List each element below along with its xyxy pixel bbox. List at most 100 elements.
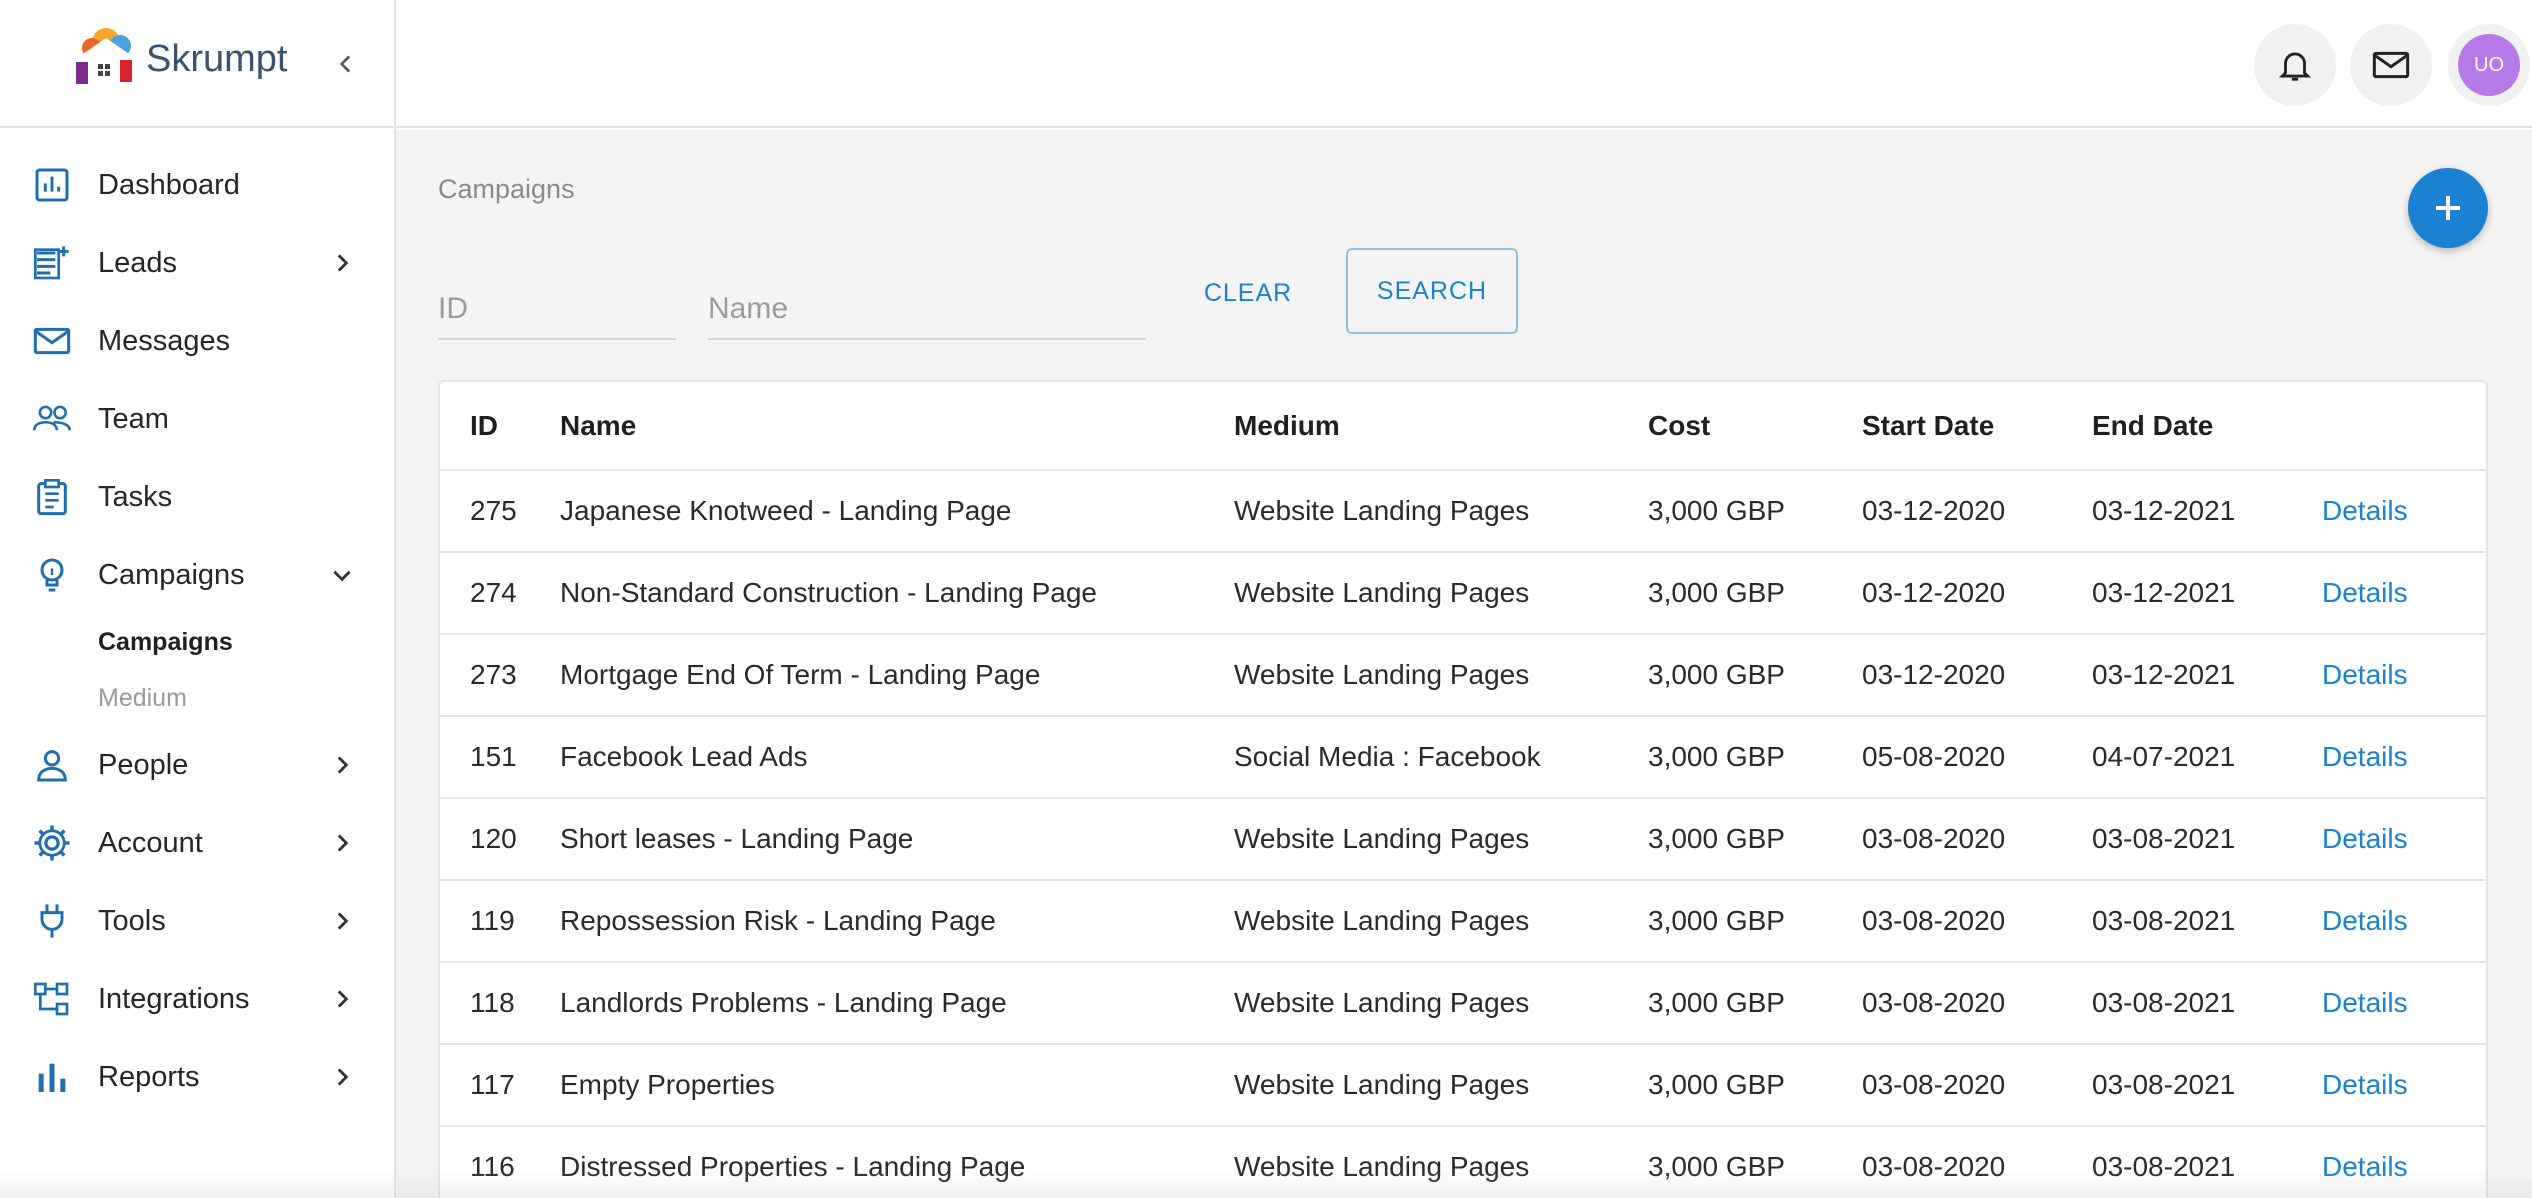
person-icon bbox=[30, 743, 74, 787]
clipboard-icon bbox=[30, 475, 74, 519]
cell-end-date: 03-08-2021 bbox=[2092, 962, 2322, 1045]
table-row[interactable]: 273 Mortgage End Of Term - Landing Page … bbox=[440, 634, 2486, 717]
table-row[interactable]: 116 Distressed Properties - Landing Page… bbox=[440, 1126, 2486, 1198]
cell-medium: Website Landing Pages bbox=[1234, 880, 1648, 963]
sidebar-item-label: Dashboard bbox=[98, 168, 240, 201]
id-filter-input[interactable] bbox=[438, 280, 676, 340]
cell-medium: Website Landing Pages bbox=[1234, 1044, 1648, 1127]
cell-start-date: 03-08-2020 bbox=[1862, 1044, 2092, 1127]
cell-id: 275 bbox=[440, 470, 560, 553]
cell-name: Empty Properties bbox=[560, 1044, 1234, 1127]
mail-icon bbox=[30, 319, 74, 363]
details-link[interactable]: Details bbox=[2322, 987, 2408, 1018]
details-link[interactable]: Details bbox=[2322, 823, 2408, 854]
cell-start-date: 03-12-2020 bbox=[1862, 470, 2092, 553]
chevron-right-icon bbox=[324, 825, 360, 861]
chevron-right-icon bbox=[324, 981, 360, 1017]
bell-icon bbox=[2278, 52, 2312, 81]
details-link[interactable]: Details bbox=[2322, 905, 2408, 936]
sidebar-item-account[interactable]: Account bbox=[0, 804, 394, 882]
cell-cost: 3,000 GBP bbox=[1648, 962, 1862, 1045]
name-filter-input[interactable] bbox=[708, 280, 1146, 340]
sidebar-item-label: Team bbox=[98, 402, 169, 435]
cell-start-date: 03-08-2020 bbox=[1862, 798, 2092, 881]
column-header-start-date[interactable]: Start Date bbox=[1862, 382, 2092, 471]
sidebar-item-reports[interactable]: Reports bbox=[0, 1038, 394, 1116]
sidebar-item-people[interactable]: People bbox=[0, 726, 394, 804]
details-link[interactable]: Details bbox=[2322, 1151, 2408, 1182]
dashboard-chart-icon bbox=[30, 163, 74, 207]
cell-name: Short leases - Landing Page bbox=[560, 798, 1234, 881]
sidebar-item-tools[interactable]: Tools bbox=[0, 882, 394, 960]
sidebar-subitem-campaigns[interactable]: Campaigns bbox=[0, 614, 394, 670]
chevron-down-icon bbox=[324, 557, 360, 593]
cell-medium: Website Landing Pages bbox=[1234, 798, 1648, 881]
details-link[interactable]: Details bbox=[2322, 659, 2408, 690]
sidebar-item-dashboard[interactable]: Dashboard bbox=[0, 146, 394, 224]
details-link[interactable]: Details bbox=[2322, 741, 2408, 772]
cell-id: 118 bbox=[440, 962, 560, 1045]
messages-button[interactable] bbox=[2350, 24, 2432, 106]
lightbulb-icon bbox=[30, 553, 74, 597]
plus-icon bbox=[2436, 196, 2460, 220]
notifications-button[interactable] bbox=[2254, 24, 2336, 106]
campaigns-table: ID Name Medium Cost Start Date End Date … bbox=[440, 382, 2486, 1198]
cell-end-date: 03-08-2021 bbox=[2092, 880, 2322, 963]
table-row[interactable]: 119 Repossession Risk - Landing Page Web… bbox=[440, 880, 2486, 963]
sidebar-item-team[interactable]: Team bbox=[0, 380, 394, 458]
column-header-end-date[interactable]: End Date bbox=[2092, 382, 2322, 471]
sidebar-item-messages[interactable]: Messages bbox=[0, 302, 394, 380]
cell-name: Repossession Risk - Landing Page bbox=[560, 880, 1234, 963]
table-row[interactable]: 120 Short leases - Landing Page Website … bbox=[440, 798, 2486, 881]
user-avatar[interactable]: UO bbox=[2458, 34, 2520, 96]
column-header-id[interactable]: ID bbox=[440, 382, 560, 471]
cell-cost: 3,000 GBP bbox=[1648, 552, 1862, 635]
cell-end-date: 03-08-2021 bbox=[2092, 1044, 2322, 1127]
bar-chart-icon bbox=[30, 1055, 74, 1099]
mail-icon bbox=[2372, 51, 2410, 79]
cell-cost: 3,000 GBP bbox=[1648, 880, 1862, 963]
chevron-right-icon bbox=[324, 747, 360, 783]
sidebar-item-label: Tools bbox=[98, 904, 166, 937]
sidebar-subitem-medium[interactable]: Medium bbox=[0, 670, 394, 726]
clear-button[interactable]: CLEAR bbox=[1196, 250, 1300, 336]
hierarchy-icon bbox=[30, 977, 74, 1021]
cell-end-date: 03-08-2021 bbox=[2092, 1126, 2322, 1198]
table-row[interactable]: 151 Facebook Lead Ads Social Media : Fac… bbox=[440, 716, 2486, 799]
table-row[interactable]: 275 Japanese Knotweed - Landing Page Web… bbox=[440, 470, 2486, 553]
details-link[interactable]: Details bbox=[2322, 495, 2408, 526]
cell-end-date: 03-12-2021 bbox=[2092, 552, 2322, 635]
cell-id: 117 bbox=[440, 1044, 560, 1127]
details-link[interactable]: Details bbox=[2322, 1069, 2408, 1100]
column-header-medium[interactable]: Medium bbox=[1234, 382, 1648, 471]
skrumpt-logo bbox=[76, 28, 132, 84]
sidebar-item-leads[interactable]: Leads bbox=[0, 224, 394, 302]
breadcrumb: Campaigns bbox=[438, 174, 575, 204]
sidebar-item-integrations[interactable]: Integrations bbox=[0, 960, 394, 1038]
sidebar-nav: Dashboard Leads Messages Team Tasks Camp… bbox=[0, 146, 394, 1116]
cell-start-date: 03-08-2020 bbox=[1862, 880, 2092, 963]
search-button[interactable]: SEARCH bbox=[1346, 248, 1518, 334]
cell-end-date: 03-12-2021 bbox=[2092, 470, 2322, 553]
cell-cost: 3,000 GBP bbox=[1648, 634, 1862, 717]
cell-end-date: 04-07-2021 bbox=[2092, 716, 2322, 799]
column-header-name[interactable]: Name bbox=[560, 382, 1234, 471]
table-row[interactable]: 118 Landlords Problems - Landing Page We… bbox=[440, 962, 2486, 1045]
cell-cost: 3,000 GBP bbox=[1648, 798, 1862, 881]
details-link[interactable]: Details bbox=[2322, 577, 2408, 608]
chevron-right-icon bbox=[324, 1059, 360, 1095]
column-header-cost[interactable]: Cost bbox=[1648, 382, 1862, 471]
add-campaign-button[interactable] bbox=[2408, 168, 2488, 248]
sidebar-item-label: People bbox=[98, 748, 189, 781]
collapse-sidebar-button[interactable] bbox=[326, 44, 366, 84]
sidebar-item-tasks[interactable]: Tasks bbox=[0, 458, 394, 536]
sidebar-item-label: Messages bbox=[98, 324, 231, 357]
cell-start-date: 03-12-2020 bbox=[1862, 552, 2092, 635]
cell-medium: Website Landing Pages bbox=[1234, 634, 1648, 717]
table-row[interactable]: 117 Empty Properties Website Landing Pag… bbox=[440, 1044, 2486, 1127]
sidebar-item-campaigns[interactable]: Campaigns bbox=[0, 536, 394, 614]
cell-name: Landlords Problems - Landing Page bbox=[560, 962, 1234, 1045]
table-row[interactable]: 274 Non-Standard Construction - Landing … bbox=[440, 552, 2486, 635]
cell-end-date: 03-08-2021 bbox=[2092, 798, 2322, 881]
cell-cost: 3,000 GBP bbox=[1648, 716, 1862, 799]
